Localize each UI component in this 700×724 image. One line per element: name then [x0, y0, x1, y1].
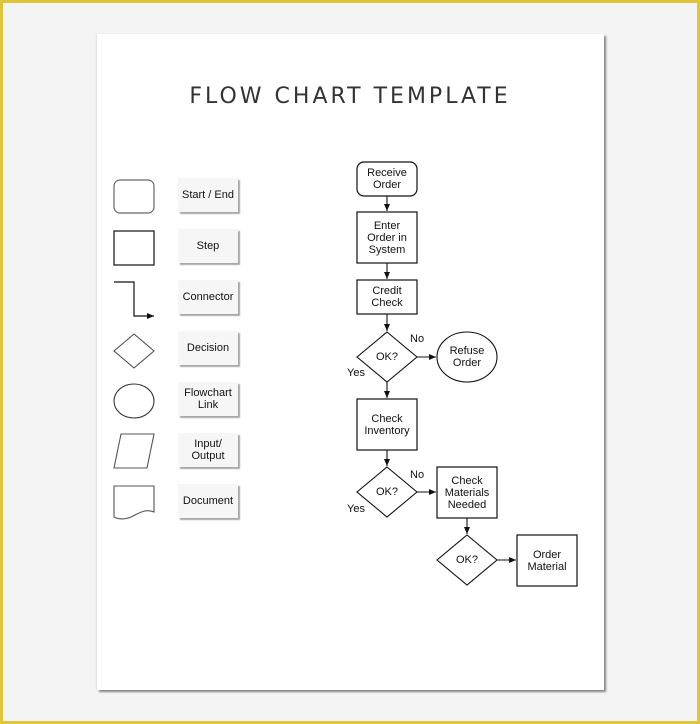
edge-label-yes-2: Yes	[347, 503, 365, 515]
legend-connector-shape	[114, 281, 154, 319]
legend-input-output-shape	[113, 433, 155, 469]
node-text-check-inventory: Check Inventory	[364, 412, 410, 437]
flowchart-canvas	[113, 161, 578, 587]
node-text-ok-2: OK?	[375, 486, 398, 498]
edge-label-yes-1: Yes	[347, 367, 365, 379]
edge-label-no-1: No	[410, 333, 425, 345]
legend-label-flowchart-link: Flowchart Link	[178, 382, 238, 416]
node-text-order-material: Order Material	[527, 548, 567, 573]
legend-label-document: Document	[178, 484, 238, 518]
legend-flowchart-link-shape	[113, 383, 155, 419]
node-text-ok-3: OK?	[455, 554, 478, 566]
legend-shapes	[113, 179, 155, 520]
edge-label-no-2: No	[410, 469, 425, 481]
legend-decision-shape	[113, 333, 155, 369]
node-text-receive-order: Receive Order	[367, 167, 407, 191]
legend-step-shape	[113, 230, 155, 266]
node-text-check-materials: Check Materials Needed	[444, 474, 490, 511]
legend-label-step: Step	[178, 229, 238, 263]
legend-document-shape	[113, 485, 155, 520]
node-text-ok-1: OK?	[375, 351, 398, 363]
node-text-refuse-order: Refuse Order	[449, 345, 485, 369]
node-text-enter-order: Enter Order in System	[367, 219, 407, 256]
legend-label-input-output: Input/ Output	[178, 433, 238, 467]
legend-label-connector: Connector	[178, 280, 238, 314]
node-text-credit-check: Credit Check	[371, 285, 403, 309]
legend-start-end-shape	[113, 179, 155, 214]
legend-label-decision: Decision	[178, 331, 238, 365]
legend-label-start-end: Start / End	[178, 178, 238, 212]
